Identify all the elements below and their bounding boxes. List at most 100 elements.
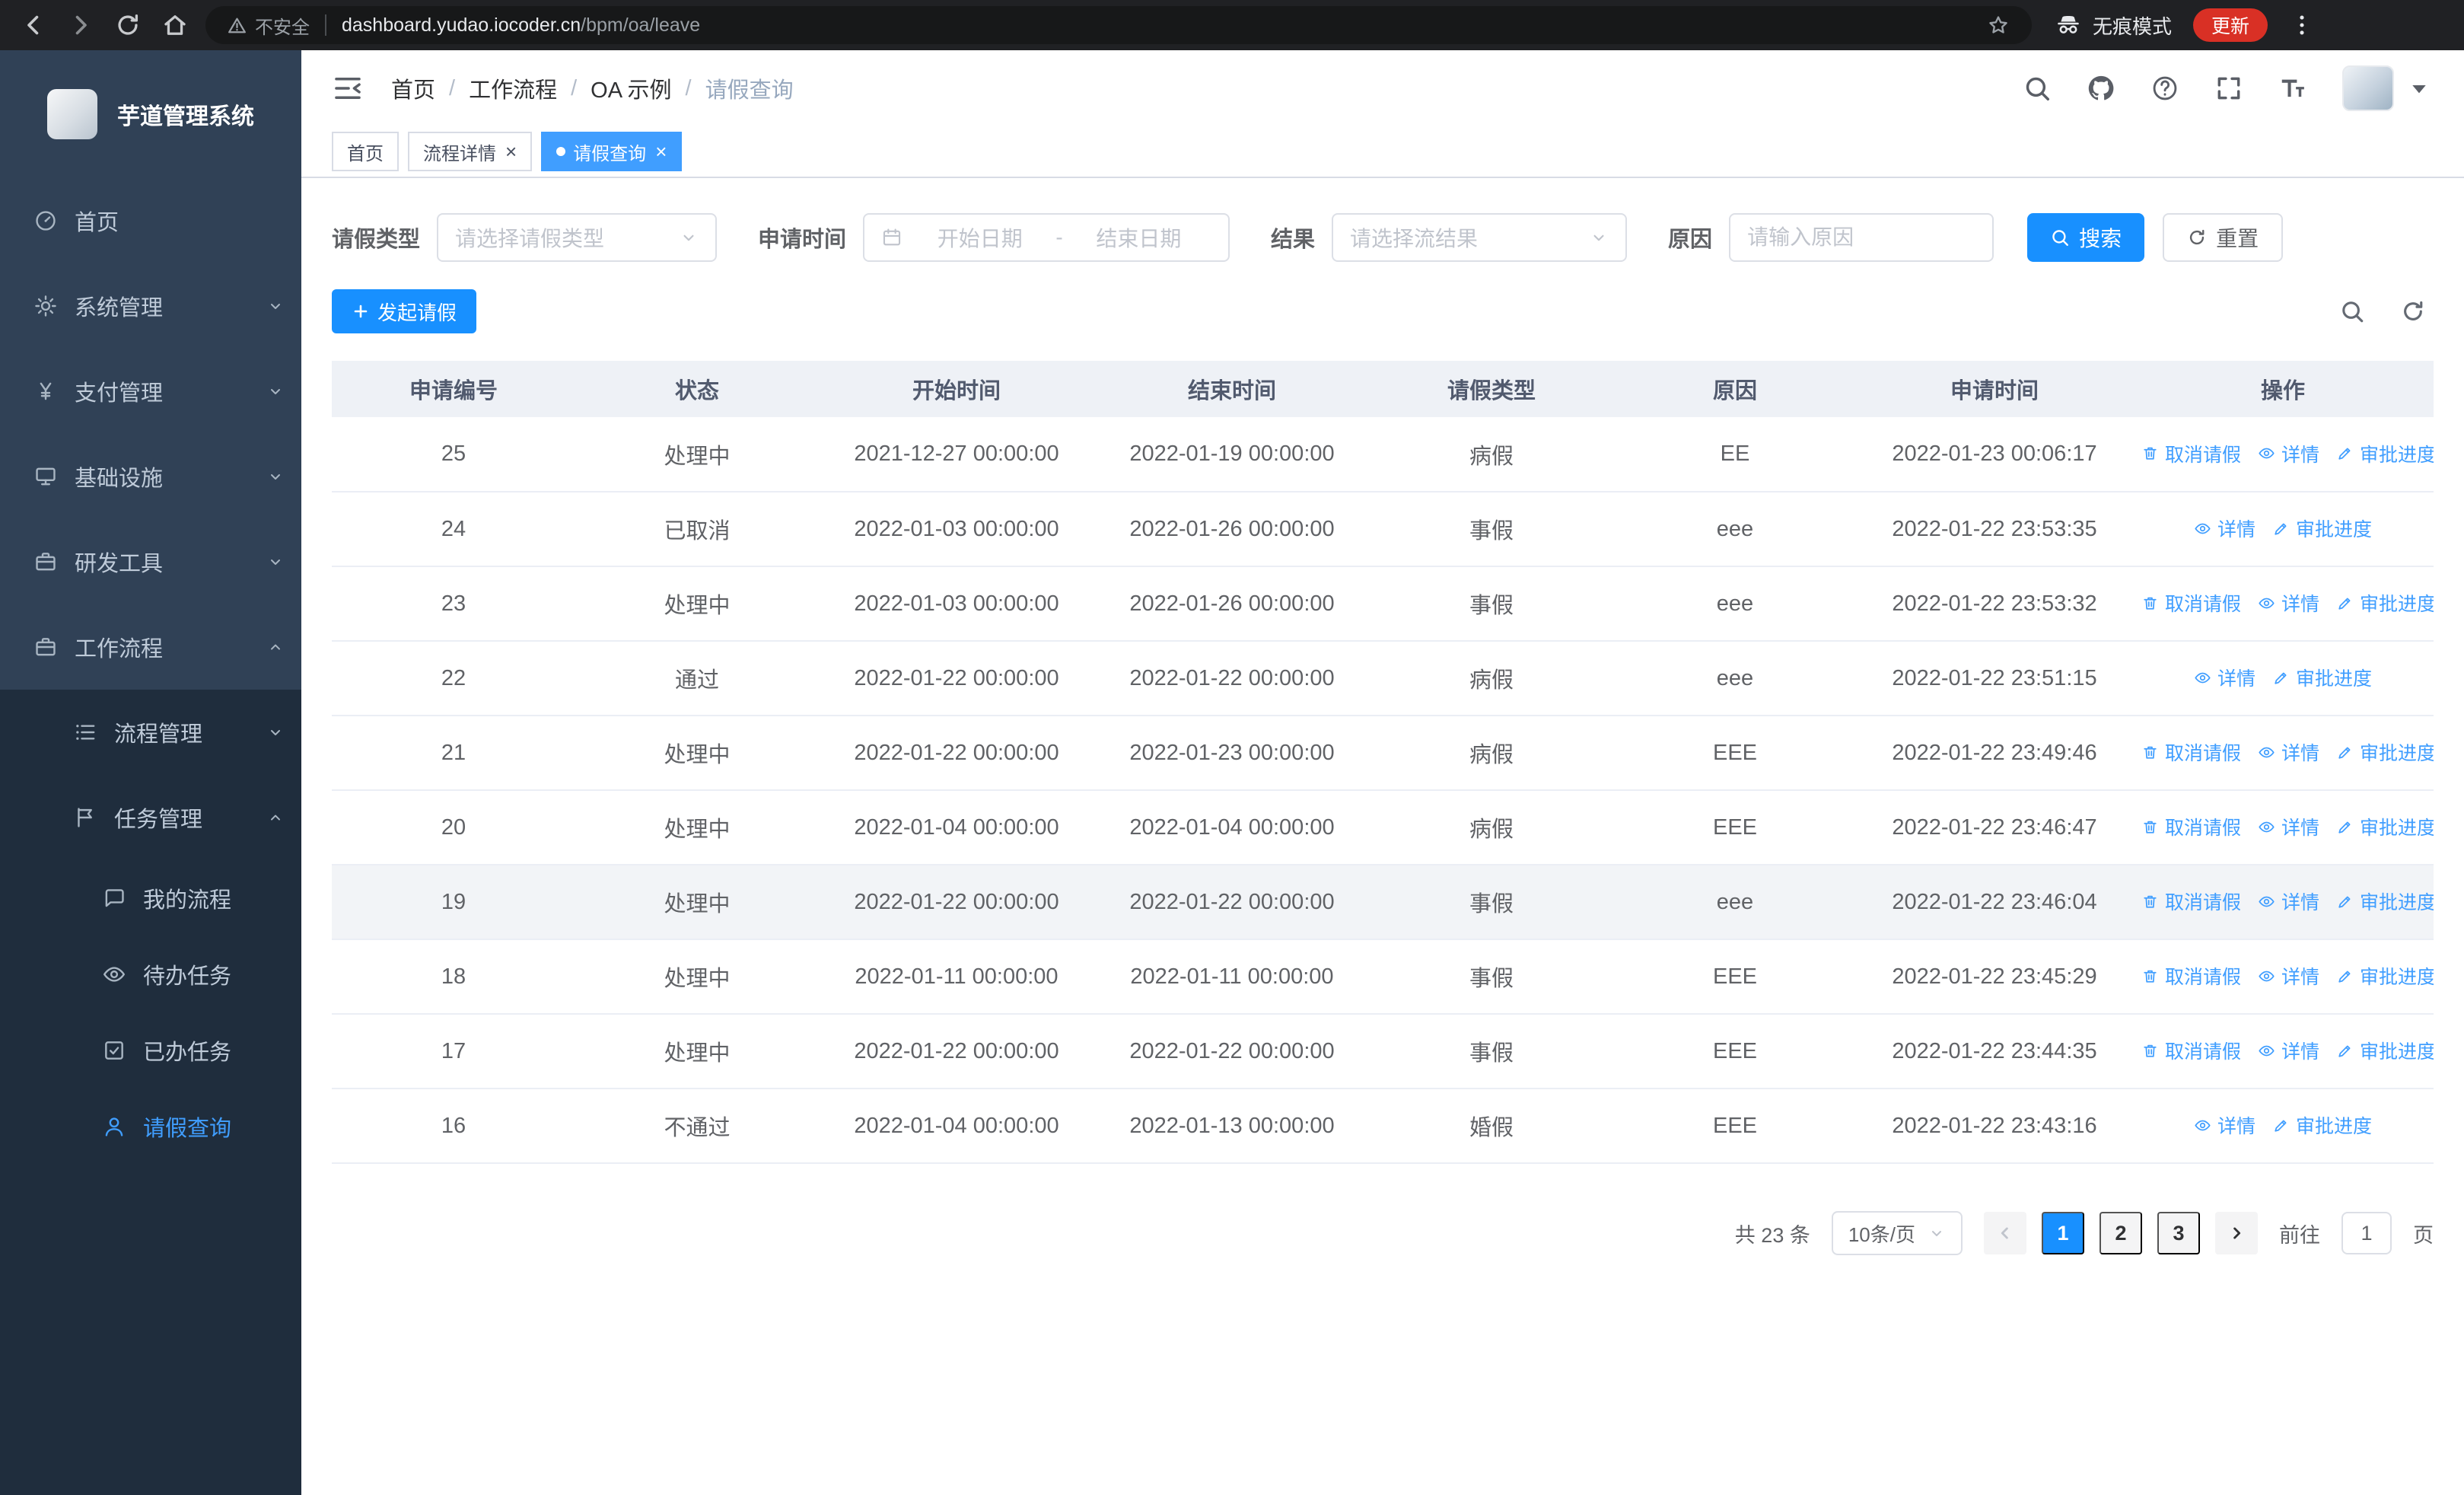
screen: 不安全 dashboard.yudao.iocoder.cn/bpm/oa/le… bbox=[0, 0, 2464, 1495]
leave-type-select[interactable]: 请选择请假类型 bbox=[437, 213, 718, 262]
table-body: 25 处理中 2021-12-27 00:00:00 2022-01-19 00:00… bbox=[332, 417, 2434, 1164]
approval-progress-link[interactable]: 审批进度 bbox=[2336, 738, 2434, 766]
sidebar-item-process-mgmt[interactable]: 流程管理 bbox=[0, 690, 301, 775]
forward-icon[interactable] bbox=[67, 11, 94, 39]
close-tab-icon[interactable]: × bbox=[655, 142, 667, 161]
user-avatar[interactable] bbox=[2342, 65, 2434, 111]
breadcrumb-item[interactable]: 工作流程 bbox=[469, 72, 557, 104]
detail-link[interactable]: 详情 bbox=[2258, 813, 2319, 840]
sidebar-item-task-mgmt[interactable]: 任务管理 bbox=[0, 775, 301, 860]
result-select[interactable]: 请选择流结果 bbox=[1332, 213, 1628, 262]
bookmark-star-icon[interactable] bbox=[1986, 13, 2010, 37]
sidebar-item-home[interactable]: 首页 bbox=[0, 178, 301, 263]
detail-link[interactable]: 详情 bbox=[2258, 738, 2319, 766]
approval-progress-link[interactable]: 审批进度 bbox=[2336, 1037, 2434, 1064]
cancel-leave-link[interactable]: 取消请假 bbox=[2141, 888, 2241, 915]
total-count: 共 23 条 bbox=[1734, 1223, 1810, 1247]
sidebar-item-devtools[interactable]: 研发工具 bbox=[0, 519, 301, 604]
cancel-leave-link[interactable]: 取消请假 bbox=[2141, 589, 2241, 617]
browser-update-button[interactable]: 更新 bbox=[2193, 8, 2268, 42]
page-1-button[interactable]: 1 bbox=[2042, 1212, 2084, 1254]
address-bar[interactable]: 不安全 dashboard.yudao.iocoder.cn/bpm/oa/le… bbox=[205, 6, 2032, 44]
reason-input[interactable] bbox=[1729, 213, 1994, 262]
sidebar-menu: 首页 系统管理 支付管理 基础设施研发工具工作流程 流程管理 任务管理我的流程待办任务 已办… bbox=[0, 178, 301, 1165]
table-row: 17 处理中 2022-01-22 00:00:00 2022-01-22 00:00… bbox=[332, 1014, 2434, 1089]
collapse-sidebar-icon[interactable] bbox=[332, 72, 364, 104]
fullscreen-icon[interactable] bbox=[2214, 74, 2243, 103]
approval-progress-link[interactable]: 审批进度 bbox=[2272, 515, 2372, 542]
tab-home[interactable]: 首页 bbox=[332, 132, 399, 171]
close-tab-icon[interactable]: × bbox=[505, 142, 517, 161]
breadcrumb-item[interactable]: OA 示例 bbox=[591, 72, 671, 104]
header-search-icon[interactable] bbox=[2023, 74, 2052, 103]
font-size-icon[interactable] bbox=[2278, 74, 2307, 103]
refresh-table-icon[interactable] bbox=[2400, 298, 2426, 324]
cancel-leave-link[interactable]: 取消请假 bbox=[2141, 440, 2241, 467]
cell-apply-time: 2022-01-22 23:53:32 bbox=[1857, 566, 2132, 642]
page-3-button[interactable]: 3 bbox=[2157, 1212, 2200, 1254]
reset-button[interactable]: 重置 bbox=[2163, 213, 2284, 262]
browser-home-icon[interactable] bbox=[161, 11, 189, 39]
breadcrumb-item[interactable]: 首页 bbox=[391, 72, 435, 104]
next-page-button[interactable] bbox=[2215, 1212, 2258, 1254]
search-icon bbox=[2050, 228, 2070, 247]
goto-page-input[interactable] bbox=[2341, 1212, 2392, 1254]
github-icon[interactable] bbox=[2087, 74, 2115, 103]
cancel-leave-link[interactable]: 取消请假 bbox=[2141, 813, 2241, 840]
cancel-leave-link[interactable]: 取消请假 bbox=[2141, 1037, 2241, 1064]
approval-progress-link[interactable]: 审批进度 bbox=[2336, 440, 2434, 467]
flag-icon bbox=[73, 805, 97, 830]
sidebar-item-system[interactable]: 系统管理 bbox=[0, 263, 301, 349]
page-size-select[interactable]: 10条/页 bbox=[1831, 1211, 1963, 1255]
sidebar: 芋道管理系统 首页 系统管理 支付管理 基础设施研发工具工作流程 流程管理 任务管理我的流… bbox=[0, 50, 301, 1495]
detail-link[interactable]: 详情 bbox=[2258, 440, 2319, 467]
column-header: 操作 bbox=[2132, 361, 2434, 417]
cell-apply-time: 2022-01-22 23:51:15 bbox=[1857, 641, 2132, 716]
toggle-search-icon[interactable] bbox=[2339, 298, 2365, 324]
back-icon[interactable] bbox=[20, 11, 47, 39]
approval-progress-link[interactable]: 审批进度 bbox=[2336, 589, 2434, 617]
cell-reason: EE bbox=[1613, 417, 1857, 492]
sidebar-item-todo-tasks[interactable]: 待办任务 bbox=[0, 936, 301, 1012]
detail-link[interactable]: 详情 bbox=[2194, 515, 2255, 542]
detail-link[interactable]: 详情 bbox=[2258, 589, 2319, 617]
sidebar-item-payment[interactable]: 支付管理 bbox=[0, 349, 301, 434]
detail-link[interactable]: 详情 bbox=[2258, 888, 2319, 915]
detail-link[interactable]: 详情 bbox=[2194, 664, 2255, 691]
page-2-button[interactable]: 2 bbox=[2099, 1212, 2142, 1254]
sidebar-item-done-tasks[interactable]: 已办任务 bbox=[0, 1012, 301, 1089]
cancel-leave-link[interactable]: 取消请假 bbox=[2141, 738, 2241, 766]
approval-progress-link[interactable]: 审批进度 bbox=[2336, 813, 2434, 840]
approval-progress-link[interactable]: 审批进度 bbox=[2272, 664, 2372, 691]
apply-time-range[interactable]: 开始日期 - 结束日期 bbox=[863, 213, 1230, 262]
reload-icon[interactable] bbox=[114, 11, 142, 39]
approval-progress-link[interactable]: 审批进度 bbox=[2336, 888, 2434, 915]
sidebar-item-leave-query[interactable]: 请假查询 bbox=[0, 1089, 301, 1165]
sidebar-item-label: 研发工具 bbox=[75, 552, 164, 576]
browser-menu-icon[interactable] bbox=[2289, 12, 2315, 38]
cell-end-time: 2022-01-22 00:00:00 bbox=[1094, 641, 1370, 716]
tab-process-detail[interactable]: 流程详情 × bbox=[408, 132, 533, 171]
approval-progress-link[interactable]: 审批进度 bbox=[2272, 1111, 2372, 1139]
sidebar-item-my-process[interactable]: 我的流程 bbox=[0, 860, 301, 936]
eye-icon bbox=[102, 962, 126, 987]
create-leave-button[interactable]: 发起请假 bbox=[332, 289, 477, 333]
search-button[interactable]: 搜索 bbox=[2027, 213, 2145, 262]
sidebar-item-label: 我的流程 bbox=[143, 888, 232, 913]
detail-link[interactable]: 详情 bbox=[2258, 962, 2319, 990]
cell-start-time: 2022-01-04 00:00:00 bbox=[819, 1089, 1094, 1164]
detail-link[interactable]: 详情 bbox=[2258, 1037, 2319, 1064]
sidebar-item-infrastructure[interactable]: 基础设施 bbox=[0, 434, 301, 519]
cell-end-time: 2022-01-22 00:00:00 bbox=[1094, 865, 1370, 940]
security-warning-icon[interactable] bbox=[227, 15, 247, 36]
sidebar-item-workflow[interactable]: 工作流程 bbox=[0, 604, 301, 690]
approval-progress-link[interactable]: 审批进度 bbox=[2336, 962, 2434, 990]
help-icon[interactable] bbox=[2150, 74, 2179, 103]
address-divider bbox=[325, 14, 326, 36]
app-logo[interactable]: 芋道管理系统 bbox=[0, 50, 301, 178]
tab-leave-query[interactable]: 请假查询 × bbox=[541, 132, 683, 171]
prev-page-button[interactable] bbox=[1984, 1212, 2026, 1254]
eye-icon bbox=[2258, 594, 2275, 612]
detail-link[interactable]: 详情 bbox=[2194, 1111, 2255, 1139]
cancel-leave-link[interactable]: 取消请假 bbox=[2141, 962, 2241, 990]
